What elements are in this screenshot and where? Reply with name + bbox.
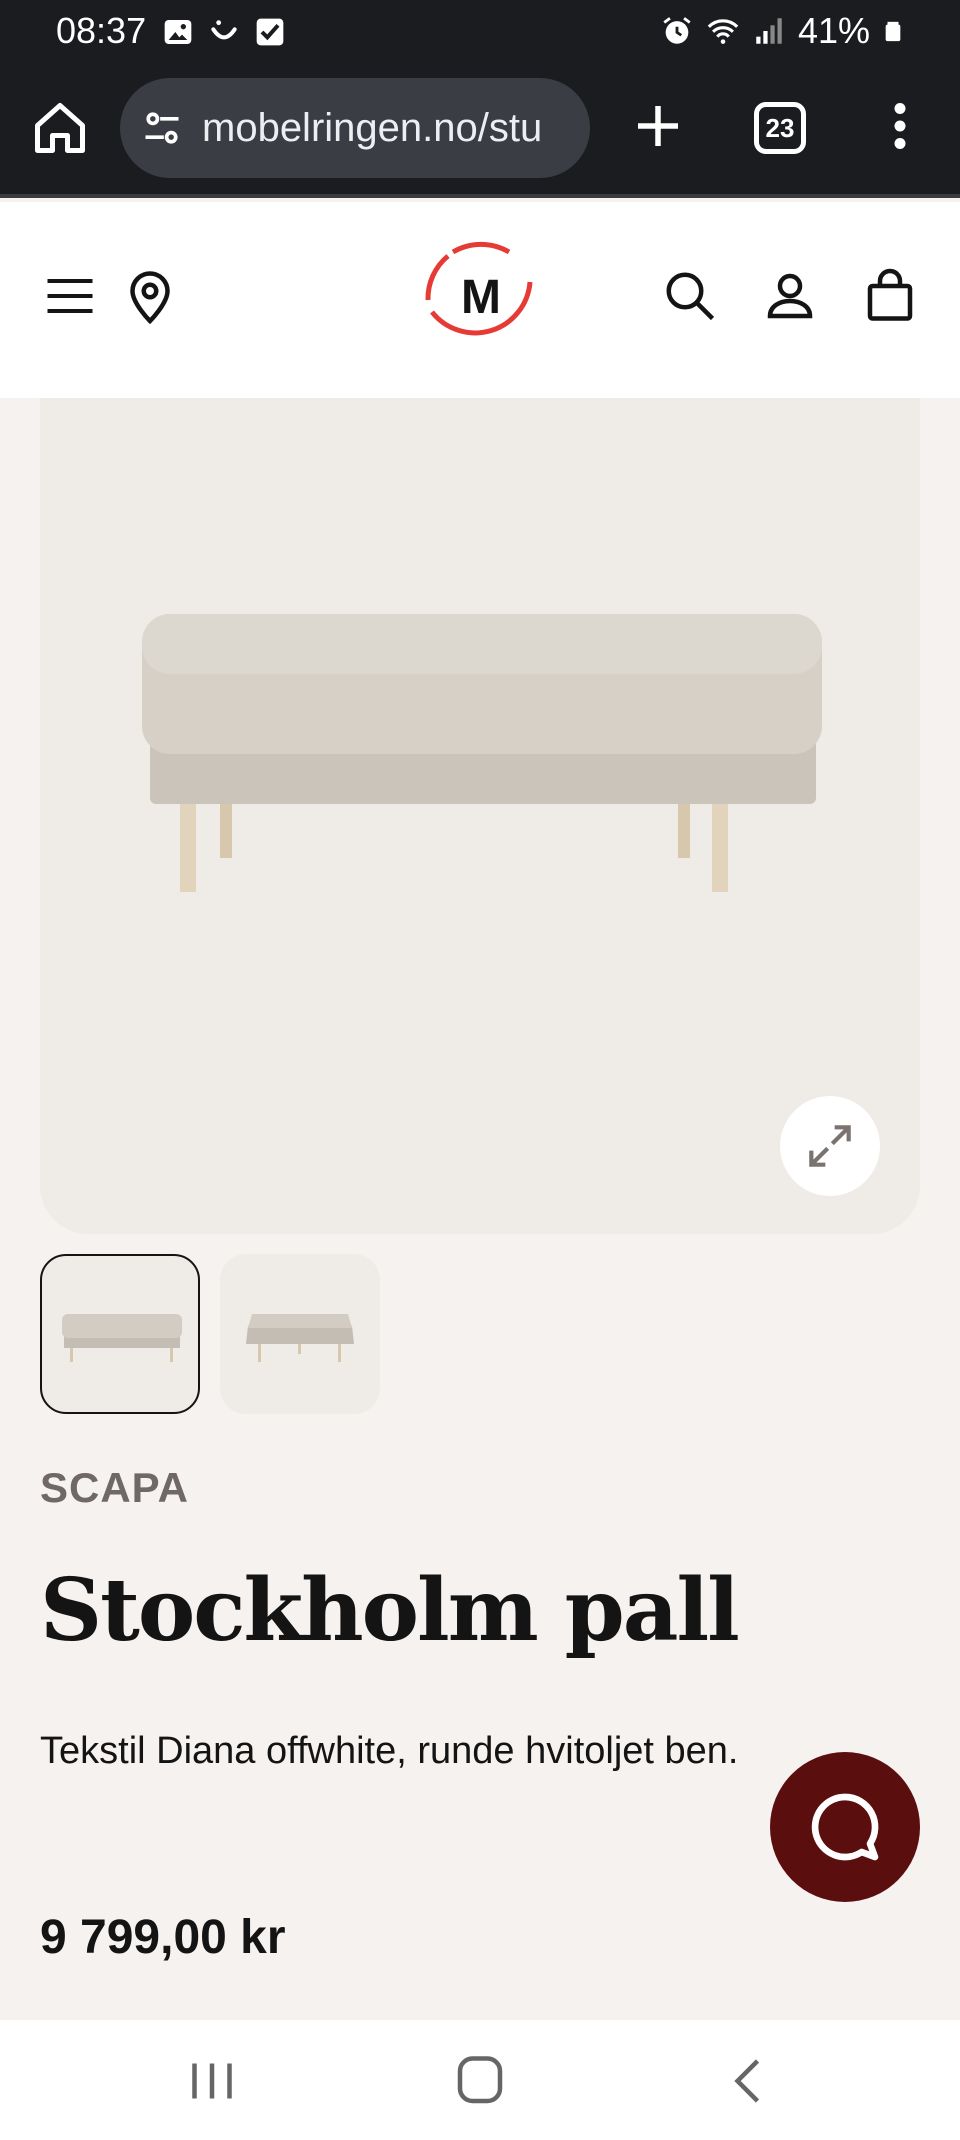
notification-icons [162,16,286,48]
thumbnail-ottoman-front [62,1314,182,1362]
product-title: Stockholm pall [40,1560,740,1661]
shopping-bag-icon[interactable] [860,266,920,326]
check-square-icon [256,18,284,46]
status-bar: 08:37 41% [0,0,960,64]
expand-icon [809,1125,851,1167]
thumbnail-1[interactable] [40,1254,200,1414]
back-icon[interactable] [720,2056,780,2106]
product-price: 9 799,00 kr [40,1911,286,1964]
home-icon[interactable] [30,98,90,158]
image-icon [164,20,192,44]
product-image[interactable] [40,398,920,1234]
product-description: Tekstil Diana offwhite, runde hvitoljet … [40,1730,739,1772]
more-options-icon[interactable] [870,96,930,156]
system-status-icons: 41% [660,10,904,52]
user-account-icon[interactable] [760,266,820,326]
site-settings-icon[interactable] [140,106,184,150]
browser-toolbar: mobelringen.no/stu 23 [0,64,960,198]
system-navigation-bar [0,2020,960,2140]
chat-button[interactable] [770,1752,920,1902]
menu-icon[interactable] [40,266,100,326]
alarm-icon [663,17,691,44]
home-nav-icon[interactable] [450,2056,510,2106]
thumbnail-ottoman-angle [246,1314,354,1362]
ottoman-illustration [142,614,822,892]
search-icon[interactable] [660,266,720,326]
signal-icon [756,18,782,44]
location-pin-icon[interactable] [120,266,180,326]
expand-image-button[interactable] [780,1096,880,1196]
recent-apps-icon[interactable] [182,2056,242,2106]
site-logo[interactable]: M [418,234,544,360]
address-bar[interactable]: mobelringen.no/stu [120,78,590,178]
chat-bubble-icon [811,1793,879,1861]
battery-icon [885,21,901,42]
site-header: M [0,202,960,398]
wifi-icon [707,19,739,44]
new-tab-icon[interactable] [628,96,688,156]
battery-percent: 41% [797,10,870,51]
status-time: 08:37 [56,10,147,51]
product-brand[interactable]: SCAPA [40,1464,189,1512]
logo-letter: M [461,270,501,324]
smile-icon [211,20,237,40]
url-text: mobelringen.no/stu [202,105,543,150]
tab-switcher-button[interactable]: 23 [754,102,806,154]
thumbnail-2[interactable] [220,1254,380,1414]
